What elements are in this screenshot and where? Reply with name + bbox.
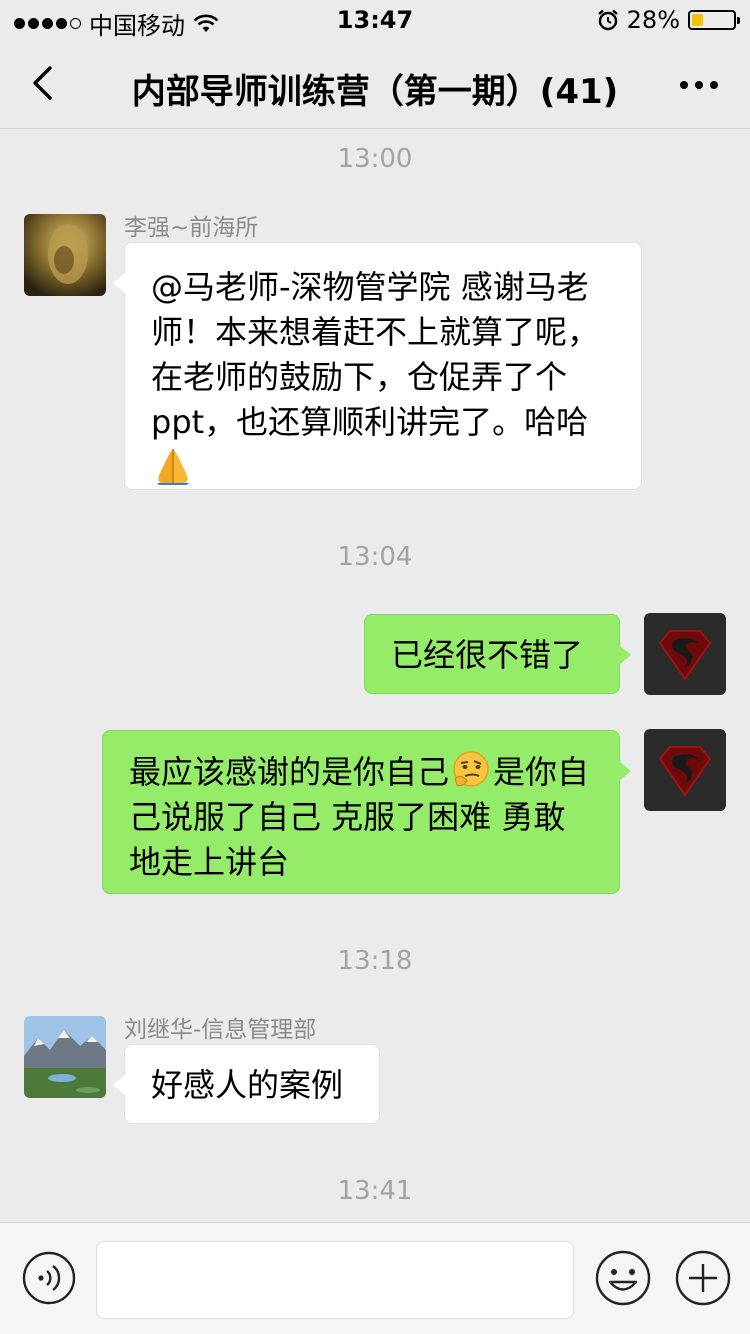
chat-screen: 中国移动 13:47 28% 内部导师训练营（第一期）(41) 13:00 李强… (0, 0, 750, 1334)
voice-icon[interactable] (22, 1251, 76, 1305)
timestamp: 13:00 (337, 144, 413, 174)
plus-icon[interactable] (674, 1249, 732, 1307)
message-text: 好感人的案例 (151, 1066, 344, 1104)
thinking-face-emoji (453, 751, 489, 787)
message-text: 最应该感谢的是你自己 (129, 753, 450, 791)
message-text: 已经很不错了 (391, 636, 584, 674)
timestamp: 13:41 (337, 1176, 413, 1206)
message-text: @马老师-深物管学院 感谢马老师！本来想着赶不上就算了呢，在老师的鼓励下，仓促弄… (151, 268, 600, 441)
input-bar (0, 1222, 750, 1334)
message-input[interactable] (96, 1241, 574, 1319)
sender-name: 李强~前海所 (124, 215, 259, 241)
nav-bar: 内部导师训练营（第一期）(41) (0, 40, 750, 129)
more-dots-icon[interactable] (674, 70, 724, 100)
message-bubble[interactable]: 好感人的案例 (113, 1044, 380, 1124)
timestamp: 13:04 (337, 542, 413, 572)
status-right: 28% (597, 6, 740, 34)
emoji-icon[interactable] (594, 1249, 652, 1307)
avatar[interactable] (24, 1016, 106, 1098)
battery-percent: 28% (626, 6, 680, 34)
battery-icon (688, 10, 740, 30)
message-bubble[interactable]: 已经很不错了 (364, 614, 631, 694)
message-bubble[interactable]: 最应该感谢的是你自己 是你自己说服了自己 克服了困难 勇敢地走上讲台 (102, 730, 631, 894)
status-bar: 中国移动 13:47 28% (0, 0, 750, 40)
chevron-left-icon[interactable] (20, 58, 70, 108)
timestamp: 13:18 (337, 946, 413, 976)
avatar[interactable] (24, 214, 106, 296)
battery-fill (692, 14, 704, 26)
avatar[interactable] (644, 729, 726, 811)
alarm-clock-icon (597, 9, 618, 31)
avatar[interactable] (644, 613, 726, 695)
message-bubble[interactable]: @马老师-深物管学院 感谢马老师！本来想着赶不上就算了呢，在老师的鼓励下，仓促弄… (113, 242, 642, 490)
chat-title: 内部导师训练营（第一期）(41) (131, 72, 619, 112)
sender-name: 刘继华-信息管理部 (124, 1017, 317, 1043)
folded-hands-emoji (157, 449, 189, 485)
